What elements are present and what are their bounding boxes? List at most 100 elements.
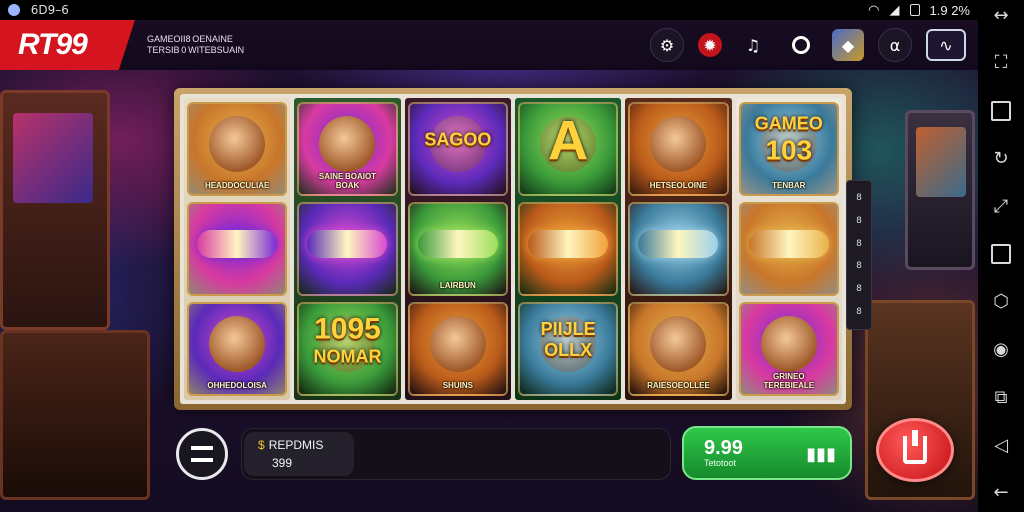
character-art (760, 315, 817, 372)
symbol-title: PIIJLE OLLX (540, 319, 596, 360)
wifi-icon: ◠ (868, 2, 880, 17)
item-art (638, 229, 719, 258)
character-art (209, 115, 266, 172)
cup-symbol: GRINEO TEREBIEALE (738, 302, 839, 396)
reel-5: HETSEOLOINE RAIESOEOLLEE (625, 98, 732, 400)
balance-panel: $ REPDMIS 399 (241, 428, 671, 480)
camera-icon[interactable]: ◉ (988, 337, 1014, 363)
item-art (197, 229, 278, 258)
arcade-cabinet-left (0, 90, 110, 330)
line-indicator: 8 (856, 215, 862, 226)
header-tagline: GAMEOII8 OENAINE TERSIB 0 WITEBSUAIN (147, 34, 245, 55)
item-art (528, 229, 609, 258)
symbol-label: SAINE BOAIOT BOAK (318, 172, 377, 190)
game-logo-symbol: GAMEO 103 TENBAR (738, 102, 839, 196)
line-indicator: 8 (856, 306, 862, 317)
back-icon[interactable]: ◁ (988, 432, 1014, 458)
spin-icon (903, 430, 927, 464)
spin-button[interactable] (876, 418, 954, 482)
horn-symbol (628, 202, 729, 296)
signal-icon: ◢ (889, 2, 900, 17)
reels-container: HEADDOCULIAE OHHEDOLOISA SAINE BOAIOT BOAK… (180, 94, 846, 404)
green-sword-symbol (738, 202, 839, 296)
purple-orb-symbol: LAIRBUN (407, 202, 508, 296)
item-art (417, 229, 498, 258)
lion-symbol: HEADDOCULIAE (187, 102, 288, 196)
win-button[interactable]: 9.99 Tetotoot ▮▮▮ (682, 426, 852, 480)
sago-symbol: SAGOO (407, 102, 508, 196)
heroine-symbol: SAINE BOAIOT BOAK (297, 102, 398, 196)
win-amount: 9.99 (704, 437, 743, 459)
expand-icon[interactable]: ⤢ (988, 193, 1014, 219)
bet-lines-panel[interactable]: 8 8 8 8 8 8 (846, 180, 872, 330)
item-art (748, 229, 829, 258)
symbol-title: SAGOO (424, 129, 492, 150)
symbol-label: RAIESOEOLLEE (647, 381, 710, 390)
battery-icon (909, 4, 920, 16)
symbol-title: A (547, 108, 589, 172)
menu-button[interactable] (176, 428, 228, 480)
symbol-title: 1095 NOMAR (313, 312, 382, 367)
warrior-symbol: HETSEOLOINE (628, 102, 729, 196)
reel-2: SAINE BOAIOT BOAK 1095 NOMAR (294, 98, 401, 400)
balance-value: 399 (272, 456, 293, 470)
symbol-label: HEADDOCULIAE (204, 181, 270, 190)
jackpot-symbol: 1095 NOMAR (297, 302, 398, 396)
gem-icon[interactable]: ◆ (832, 29, 864, 61)
dj-symbol: SHUINS (407, 302, 508, 396)
symbol-label: LAIRBUN (439, 281, 476, 290)
tiger-symbol: RAIESOEOLLEE (628, 302, 729, 396)
reel-6: GAMEO 103 TENBAR GRINEO TEREBIEALE (735, 98, 842, 400)
item-art (307, 229, 388, 258)
symbol-title: GAMEO 103 (754, 113, 823, 166)
pile-symbol: PIIJLE OLLX (517, 302, 619, 396)
character-art (209, 315, 266, 372)
symbol-label: TENBAR (772, 181, 806, 190)
reel-3: SAGOO LAIRBUN SHUINS (404, 98, 511, 400)
slot-reels-frame: HEADDOCULIAE OHHEDOLOISA SAINE BOAIOT BOAK… (174, 88, 852, 410)
reel-1: HEADDOCULIAE OHHEDOLOISA (184, 98, 291, 400)
symbol-label: GRINEO TEREBIEALE (763, 372, 815, 390)
copy-icon[interactable]: ⧉ (988, 384, 1014, 410)
purple-barrel-symbol (517, 202, 619, 296)
bet-icon: ▮▮▮ (806, 444, 836, 465)
window-icon[interactable] (988, 241, 1014, 267)
sword-orb-symbol (187, 202, 288, 296)
balance-label: REPDMIS (268, 438, 324, 452)
square-icon[interactable] (988, 98, 1014, 124)
app-status-icon (8, 4, 20, 16)
line-indicator: 8 (856, 193, 862, 204)
shield-icon[interactable]: ⬡ (988, 289, 1014, 315)
status-left-text: 6D9–6 (26, 3, 69, 17)
symbol-label: OHHEDOLOISA (207, 381, 267, 390)
brand-logo[interactable]: RT99 (0, 20, 135, 70)
info-icon[interactable]: α (878, 28, 912, 62)
return-icon[interactable]: ← (988, 480, 1014, 506)
arcade-cabinet-right (905, 110, 975, 270)
character-art (650, 115, 707, 172)
symbol-label: HETSEOLOINE (649, 181, 708, 190)
arcade-cabinet-left-lower (0, 330, 150, 500)
menu-icon (191, 446, 213, 462)
status-bar: 6D9–6 ◠ ◢ 1.9 2% (0, 0, 978, 20)
character-art (429, 315, 486, 372)
green-scroll-symbol (297, 202, 398, 296)
character-art (319, 115, 376, 172)
game-header: RT99 GAMEOII8 OENAINE TERSIB 0 WITEBSUAI… (0, 20, 978, 70)
reel-4: A PIIJLE OLLX (514, 98, 622, 400)
letter-a-symbol: A (517, 102, 619, 196)
win-label: Tetotoot (704, 458, 737, 468)
settings-icon[interactable]: ⚙ (650, 28, 684, 62)
lucky-icon[interactable]: ✹ (698, 33, 722, 57)
chart-icon[interactable]: ∿ (926, 29, 966, 61)
rotate-icon[interactable]: ↔ (988, 2, 1014, 28)
line-indicator: 8 (856, 283, 862, 294)
line-indicator: 8 (856, 238, 862, 249)
sound-icon[interactable]: ♫ (736, 28, 770, 62)
character-art (650, 315, 707, 372)
line-indicator: 8 (856, 261, 862, 272)
screenshot-icon[interactable]: ⛶ (988, 50, 1014, 76)
device-nav-strip: ↔ ⛶ ↻ ⤢ ⬡ ◉ ⧉ ◁ ← (978, 0, 1024, 512)
refresh-icon[interactable]: ↻ (988, 145, 1014, 171)
circle-icon[interactable] (784, 28, 818, 62)
